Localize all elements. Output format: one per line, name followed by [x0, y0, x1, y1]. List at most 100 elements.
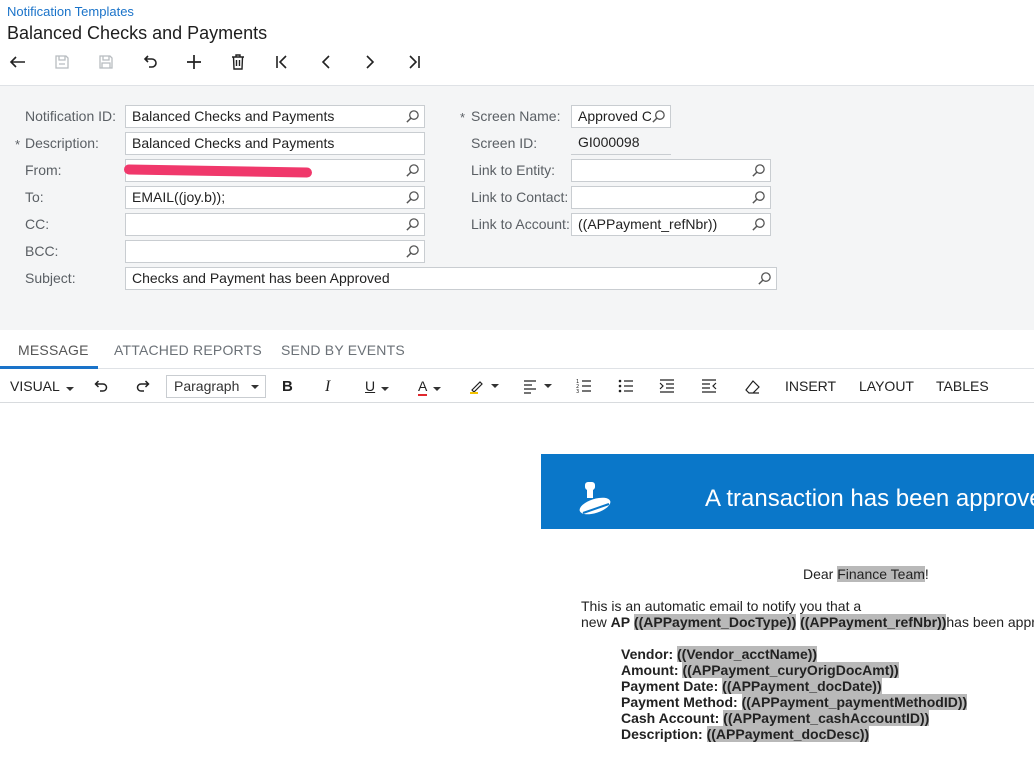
undo-icon [94, 380, 108, 392]
intro-suffix: has been appr [946, 614, 1034, 630]
email-banner: A transaction has been approve [541, 454, 1034, 529]
chevron-down-icon [491, 384, 499, 388]
chevron-down-icon [544, 384, 552, 388]
notification-id-value: Balanced Checks and Payments [132, 108, 335, 124]
to-value: EMAIL((joy.b)); [132, 189, 226, 205]
last-icon [409, 55, 420, 69]
highlight-color-button[interactable] [469, 377, 499, 395]
cancel-button[interactable] [139, 51, 161, 73]
chevron-right-icon [366, 55, 375, 69]
bold-button[interactable]: B [282, 378, 293, 395]
search-icon[interactable] [405, 217, 420, 232]
outdent-button[interactable] [701, 377, 717, 395]
field-amount: Amount: ((APPayment_curyOrigDocAmt)) [621, 662, 899, 678]
visual-label: VISUAL [10, 378, 60, 394]
bcc-field[interactable] [125, 240, 425, 263]
bullet-list-button[interactable] [618, 377, 634, 395]
field-value: ((APPayment_paymentMethodID)) [741, 694, 968, 710]
bcc-label: BCC: [25, 243, 59, 259]
field-vendor: Vendor: ((Vendor_acctName)) [621, 646, 818, 662]
subject-field[interactable]: Checks and Payment has been Approved [125, 267, 777, 290]
to-field[interactable]: EMAIL((joy.b)); [125, 186, 425, 209]
search-icon[interactable] [405, 109, 420, 124]
redo-icon [136, 380, 150, 392]
tab-send-by-events[interactable]: SEND BY EVENTS [281, 342, 405, 358]
link-to-contact-label: Link to Contact: [471, 189, 569, 205]
search-icon[interactable] [757, 271, 772, 286]
screen-id-value: GI000098 [571, 132, 671, 155]
undo-icon [143, 55, 157, 68]
intro-refnbr: ((APPayment_refNbr)) [800, 614, 947, 630]
search-icon[interactable] [405, 163, 420, 178]
editor-redo-button[interactable] [134, 377, 152, 395]
notification-id-field[interactable]: Balanced Checks and Payments [125, 105, 425, 128]
align-button[interactable] [522, 377, 552, 395]
search-icon[interactable] [751, 163, 766, 178]
back-button[interactable] [7, 51, 29, 73]
field-value: ((Vendor_acctName)) [677, 646, 818, 662]
link-to-account-value: ((APPayment_refNbr)) [578, 216, 718, 232]
description-field[interactable]: Balanced Checks and Payments [125, 132, 425, 155]
chevron-down-icon [251, 385, 259, 389]
bullet-list-icon [618, 379, 633, 393]
breadcrumb-notification-templates[interactable]: Notification Templates [7, 4, 134, 19]
description-value: Balanced Checks and Payments [132, 135, 335, 151]
clear-formatting-button[interactable] [744, 378, 760, 396]
search-icon[interactable] [405, 244, 420, 259]
first-record-button[interactable] [271, 51, 293, 73]
screen-name-field[interactable]: Approved Ch [571, 105, 671, 128]
link-to-contact-field[interactable] [571, 186, 771, 209]
link-to-entity-label: Link to Entity: [471, 162, 556, 178]
visual-mode-dropdown[interactable]: VISUAL [10, 378, 74, 394]
to-label: To: [25, 189, 44, 205]
add-new-record-button[interactable] [183, 51, 205, 73]
field-value: ((APPayment_curyOrigDocAmt)) [682, 662, 899, 678]
screen-name-label: Screen Name: [471, 108, 561, 124]
from-label: From: [25, 162, 62, 178]
subject-label: Subject: [25, 270, 76, 286]
search-icon[interactable] [651, 109, 666, 124]
link-to-account-field[interactable]: ((APPayment_refNbr)) [571, 213, 771, 236]
link-to-entity-field[interactable] [571, 159, 771, 182]
paragraph-style-select[interactable]: Paragraph [166, 375, 266, 398]
last-record-button[interactable] [403, 51, 425, 73]
eraser-icon [745, 380, 760, 394]
field-label: Amount: [621, 662, 679, 678]
field-payment-method: Payment Method: ((APPayment_paymentMetho… [621, 694, 968, 710]
arrow-left-icon [9, 56, 25, 68]
font-color-icon: A [418, 378, 428, 396]
editor-undo-button[interactable] [92, 377, 110, 395]
tables-menu[interactable]: TABLES [936, 378, 989, 394]
search-icon[interactable] [751, 190, 766, 205]
previous-record-button[interactable] [315, 51, 337, 73]
field-label: Description: [621, 726, 703, 742]
tab-attached-reports[interactable]: ATTACHED REPORTS [114, 342, 262, 358]
save-close-icon [55, 55, 69, 69]
font-color-button[interactable]: A [418, 378, 442, 396]
greeting: Dear Finance Team! [803, 566, 929, 582]
chevron-down-icon [381, 387, 390, 391]
delete-button[interactable] [227, 51, 249, 73]
save-and-close-button[interactable] [51, 51, 73, 73]
screen-id-label: Screen ID: [471, 135, 538, 151]
trash-icon [232, 54, 244, 70]
field-label: Cash Account: [621, 710, 720, 726]
numbered-list-button[interactable]: 123 [576, 377, 592, 395]
search-icon[interactable] [751, 217, 766, 232]
intro-prefix: new [581, 614, 611, 630]
indent-icon [659, 379, 674, 393]
next-record-button[interactable] [359, 51, 381, 73]
underline-button[interactable]: U [365, 378, 390, 394]
description-label: Description: [25, 135, 99, 151]
search-icon[interactable] [405, 190, 420, 205]
chevron-down-icon [65, 387, 74, 391]
tab-message[interactable]: MESSAGE [18, 342, 89, 358]
cc-field[interactable] [125, 213, 425, 236]
cc-label: CC: [25, 216, 50, 232]
save-button[interactable] [95, 51, 117, 73]
italic-button[interactable]: I [325, 378, 330, 396]
layout-menu[interactable]: LAYOUT [859, 378, 914, 394]
insert-menu[interactable]: INSERT [785, 378, 836, 394]
field-label: Payment Method: [621, 694, 738, 710]
indent-button[interactable] [659, 377, 675, 395]
